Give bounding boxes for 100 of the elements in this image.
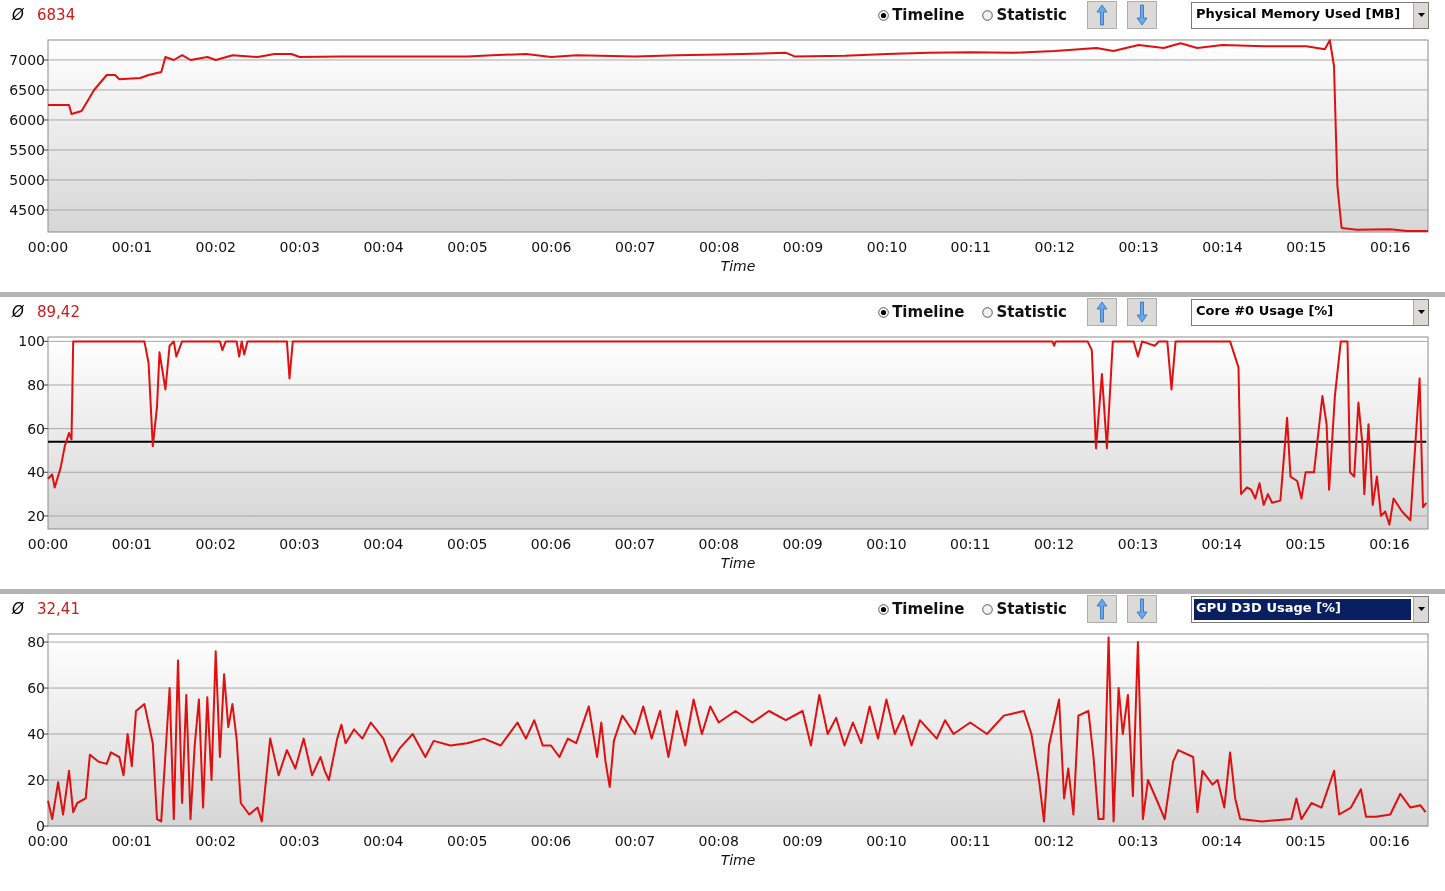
- radio-icon[interactable]: [982, 603, 994, 615]
- x-tick-label: 00:01: [111, 833, 152, 849]
- x-tick-label: 00:13: [1118, 239, 1159, 255]
- y-tick-label: 80: [27, 634, 45, 651]
- y-tick-label: 80: [27, 377, 45, 393]
- x-tick-label: 00:11: [950, 239, 991, 255]
- x-tick-label: 00:14: [1201, 833, 1242, 849]
- radio-label[interactable]: Statistic: [996, 600, 1067, 618]
- move-up-button[interactable]: [1087, 1, 1117, 29]
- x-tick-label: 00:11: [950, 833, 991, 849]
- average-symbol: Ø: [12, 600, 25, 618]
- move-down-button[interactable]: [1127, 1, 1157, 29]
- x-tick-label: 00:10: [866, 833, 907, 849]
- y-tick-label: 60: [27, 420, 45, 437]
- y-tick-label: 20: [27, 772, 45, 788]
- x-tick-label: 00:00: [27, 239, 69, 255]
- x-axis-title: Time: [720, 852, 756, 868]
- metric-dropdown[interactable]: Physical Memory Used [MB]: [1191, 1, 1429, 29]
- caret-icon: [1417, 13, 1425, 17]
- average-symbol: Ø: [12, 303, 25, 321]
- x-tick-label: 00:02: [195, 239, 236, 255]
- x-tick-label: 00:13: [1117, 536, 1159, 552]
- caret-icon: [1417, 607, 1425, 611]
- x-tick-label: 00:13: [1117, 833, 1159, 849]
- radio-label[interactable]: Timeline: [892, 6, 965, 24]
- x-tick-label: 00:15: [1285, 833, 1326, 849]
- average-symbol: Ø: [12, 6, 25, 24]
- x-axis-title: Time: [720, 555, 756, 571]
- radio-icon[interactable]: [982, 9, 994, 21]
- x-tick-label: 00:01: [111, 239, 153, 255]
- x-tick-label: 00:10: [866, 239, 908, 255]
- x-tick-label: 00:04: [363, 239, 404, 255]
- x-tick-label: 00:04: [363, 536, 404, 552]
- x-tick-label: 00:05: [447, 239, 488, 255]
- up-arrow-icon: [1096, 4, 1108, 26]
- y-tick-label: 7000: [9, 52, 45, 68]
- up-arrow-icon: [1096, 301, 1108, 323]
- down-arrow-icon: [1136, 301, 1148, 323]
- x-tick-label: 00:08: [698, 833, 739, 849]
- x-tick-label: 00:02: [195, 536, 236, 552]
- x-tick-label: 00:12: [1034, 239, 1075, 255]
- x-tick-label: 00:16: [1369, 536, 1410, 552]
- average-value: 89,42: [37, 303, 80, 321]
- y-tick-label: 6000: [9, 112, 45, 128]
- radio-icon[interactable]: [878, 9, 890, 21]
- x-tick-label: 00:09: [782, 833, 823, 849]
- x-tick-label: 00:06: [530, 536, 572, 552]
- up-arrow-icon: [1096, 598, 1108, 620]
- metric-dropdown[interactable]: GPU D3D Usage [%]: [1191, 595, 1429, 623]
- y-tick-label: 60: [27, 680, 45, 697]
- x-tick-label: 00:07: [615, 239, 656, 255]
- x-tick-label: 00:09: [782, 239, 824, 255]
- y-tick-label: 4500: [9, 202, 45, 218]
- average-value: 32,41: [37, 600, 80, 618]
- x-tick-label: 00:15: [1285, 536, 1326, 552]
- y-tick-label: 20: [27, 507, 45, 524]
- radio-label[interactable]: Timeline: [892, 303, 965, 321]
- x-tick-label: 00:09: [782, 536, 823, 552]
- x-tick-label: 00:15: [1286, 239, 1327, 255]
- radio-label[interactable]: Statistic: [996, 6, 1067, 24]
- x-tick-label: 00:06: [530, 833, 572, 849]
- move-down-button[interactable]: [1127, 595, 1157, 623]
- y-tick-label: 0: [36, 818, 45, 834]
- radio-icon[interactable]: [878, 603, 890, 615]
- x-tick-label: 00:12: [1033, 536, 1075, 552]
- move-up-button[interactable]: [1087, 595, 1117, 623]
- x-tick-label: 00:16: [1370, 239, 1411, 255]
- x-tick-label: 00:12: [1033, 833, 1075, 849]
- y-tick-label: 5500: [9, 142, 45, 158]
- down-arrow-icon: [1136, 598, 1148, 620]
- x-tick-label: 00:16: [1369, 833, 1410, 849]
- y-tick-label: 40: [27, 464, 45, 481]
- radio-icon[interactable]: [878, 306, 890, 318]
- x-tick-label: 00:14: [1201, 536, 1242, 552]
- y-tick-label: 6500: [9, 82, 45, 98]
- x-tick-label: 00:05: [447, 833, 488, 849]
- x-axis-title: Time: [720, 258, 756, 274]
- y-tick-label: 100: [18, 333, 45, 350]
- x-tick-label: 00:07: [614, 536, 656, 552]
- x-tick-label: 00:03: [279, 536, 320, 552]
- radio-icon[interactable]: [982, 306, 994, 318]
- x-tick-label: 00:14: [1202, 239, 1243, 255]
- metric-dropdown[interactable]: Core #0 Usage [%]: [1191, 298, 1429, 326]
- x-tick-label: 00:00: [27, 833, 69, 849]
- radio-label[interactable]: Statistic: [996, 303, 1067, 321]
- y-tick-label: 5000: [9, 172, 45, 188]
- x-tick-label: 00:08: [698, 536, 739, 552]
- x-tick-label: 00:03: [279, 833, 320, 849]
- x-tick-label: 00:05: [447, 536, 488, 552]
- x-tick-label: 00:03: [279, 239, 320, 255]
- x-tick-label: 00:02: [195, 833, 236, 849]
- x-tick-label: 00:00: [27, 536, 69, 552]
- radio-label[interactable]: Timeline: [892, 600, 965, 618]
- average-value: 6834: [37, 6, 76, 24]
- move-down-button[interactable]: [1127, 298, 1157, 326]
- move-up-button[interactable]: [1087, 298, 1117, 326]
- down-arrow-icon: [1136, 4, 1148, 26]
- x-tick-label: 00:07: [614, 833, 656, 849]
- x-tick-label: 00:08: [698, 239, 740, 255]
- y-tick-label: 40: [27, 726, 45, 742]
